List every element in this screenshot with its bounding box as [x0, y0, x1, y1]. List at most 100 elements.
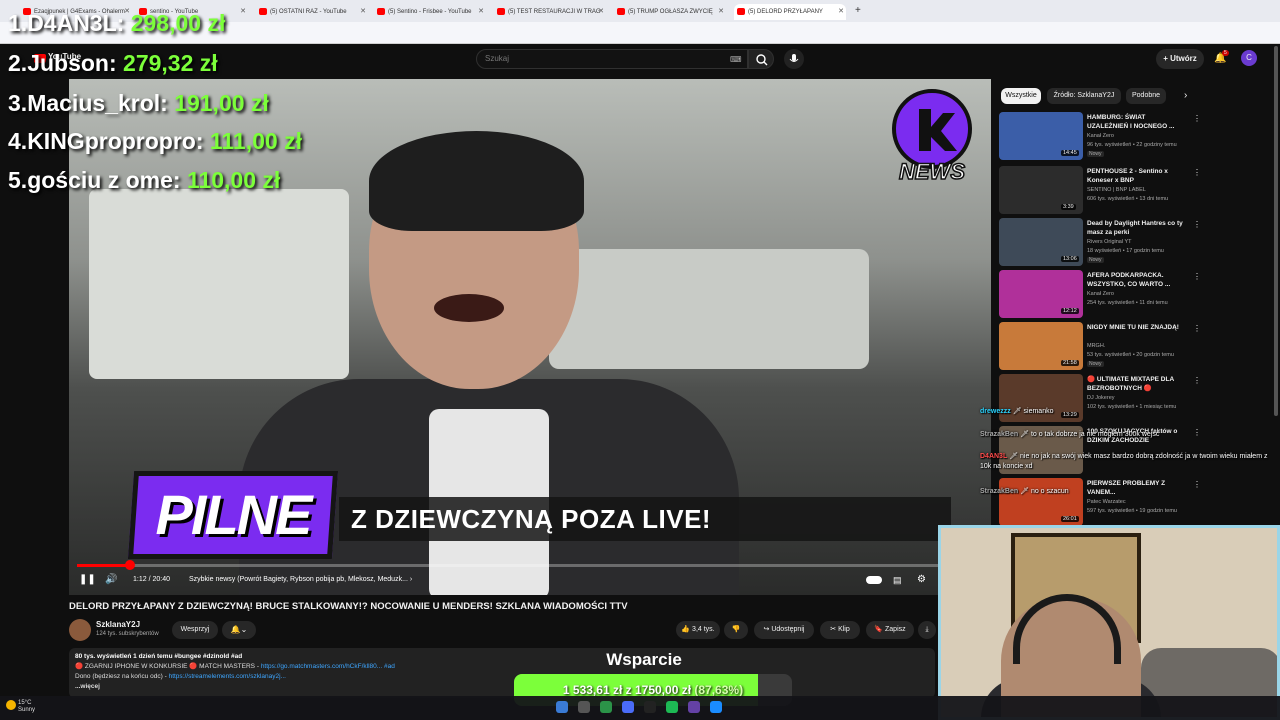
- channel-name[interactable]: SzklanaY2J: [96, 620, 140, 629]
- search-input[interactable]: Szukaj: [476, 49, 748, 69]
- chat-message: D4AN3L 🗡 nie no jak na swój wiek masz ba…: [980, 452, 1276, 472]
- description-hashtag[interactable]: #ad: [384, 663, 395, 670]
- browser-tab[interactable]: (5) TEST RESTAURACJI W TRAG ✕: [494, 4, 606, 20]
- start-icon[interactable]: [556, 701, 568, 713]
- video-scrubber-handle[interactable]: [125, 560, 135, 570]
- settings-gear-icon[interactable]: ⚙: [917, 573, 926, 587]
- recommended-video[interactable]: 14:45 HAMBURG: ŚWIAT UZALEŻNIEŃ I NOCNEGO…: [999, 112, 1201, 162]
- save-button[interactable]: 🔖 Zapisz: [866, 621, 914, 639]
- spotify-icon[interactable]: [666, 701, 678, 713]
- video-title: AFERA PODKARPACKA. WSZYSTKO, CO WARTO ..…: [1087, 272, 1171, 288]
- save-label: Zapisz: [885, 626, 906, 633]
- more-options-icon[interactable]: ⋮: [1193, 324, 1201, 333]
- person-mouth: [434, 294, 504, 322]
- video-meta: 597 tys. wyświetleń • 19 godzin temu: [1087, 508, 1177, 514]
- obs-icon[interactable]: [644, 701, 656, 713]
- more-options-icon[interactable]: ⋮: [1193, 220, 1201, 229]
- video-description[interactable]: 80 tys. wyświetleń 1 dzień temu #bungee …: [69, 648, 935, 698]
- leaderboard-amount: 298,00 zł: [130, 10, 226, 36]
- chat-message: StrazakBen 🗡 no o szacun: [980, 487, 1276, 497]
- close-tab-icon[interactable]: ✕: [838, 4, 844, 20]
- new-tab-button[interactable]: +: [855, 5, 861, 16]
- twitch-icon[interactable]: [688, 701, 700, 713]
- new-badge: Nowy: [1087, 257, 1104, 263]
- discord-icon[interactable]: [622, 701, 634, 713]
- description-link[interactable]: https://streamelements.com/szklanay2j...: [169, 673, 286, 680]
- subtitles-icon[interactable]: ▤: [893, 573, 902, 587]
- more-options-icon[interactable]: ⋮: [1193, 376, 1201, 385]
- video-duration: 3:39: [1061, 204, 1076, 210]
- more-options-icon[interactable]: ⋮: [1193, 114, 1201, 123]
- thumb-down-icon: 👎: [731, 626, 741, 633]
- video-progress-bar[interactable]: [77, 564, 983, 567]
- leaderboard-name: gościu z ome:: [27, 167, 181, 193]
- browser-tab[interactable]: (5) OSTATNI RAZ - YouTube ✕: [256, 4, 368, 20]
- browser-tab[interactable]: (5) DELORD PRZYŁAPANY ✕: [734, 4, 846, 20]
- tab-label: (5) TRUMP OGŁASZA ZWYCIĘ: [628, 9, 713, 15]
- pause-button[interactable]: ❚❚: [79, 573, 96, 587]
- chrome-icon[interactable]: [600, 701, 612, 713]
- close-tab-icon[interactable]: ✕: [240, 4, 246, 20]
- tab-label: (5) Sentino - Frisbee - YouTube: [388, 9, 472, 15]
- leaderboard-rank: 5.: [8, 167, 28, 193]
- share-button[interactable]: ↪ Udostępnij: [754, 621, 814, 639]
- video-channel: Kanał Zero: [1087, 133, 1114, 139]
- browser-tab[interactable]: (5) Sentino - Frisbee - YouTube ✕: [374, 4, 486, 20]
- recommended-video[interactable]: 12:12 AFERA PODKARPACKA. WSZYSTKO, CO WAR…: [999, 270, 1201, 320]
- car-window-left: [89, 189, 349, 379]
- voice-search-button[interactable]: [784, 49, 804, 69]
- like-button[interactable]: 👍 3,4 tys.: [676, 621, 720, 639]
- create-button[interactable]: + Utwórz: [1156, 49, 1204, 69]
- car-window-right: [549, 249, 869, 369]
- leaderboard-entry: 2.Jubson: 279,32 zł: [8, 50, 218, 80]
- video-channel: Patec Warzatec: [1087, 499, 1126, 505]
- weather-widget[interactable]: 15°C Sunny: [18, 700, 35, 714]
- autoplay-toggle[interactable]: [866, 576, 882, 584]
- video-duration: 14:45: [1061, 150, 1079, 156]
- support-button[interactable]: Wesprzyj: [172, 621, 218, 639]
- close-tab-icon[interactable]: ✕: [360, 4, 366, 20]
- chip-similar[interactable]: Podobne: [1126, 88, 1166, 104]
- close-tab-icon[interactable]: ✕: [598, 4, 604, 20]
- clip-button[interactable]: ✂ Klip: [820, 621, 860, 639]
- recommended-video[interactable]: 3:39 PENTHOUSE 2 - Sentino x Koneser x BN…: [999, 166, 1201, 216]
- search-button[interactable]: [748, 49, 774, 69]
- more-options-icon[interactable]: ⋮: [1193, 168, 1201, 177]
- video-progress-fill: [77, 564, 130, 567]
- volume-icon[interactable]: 🔊: [105, 573, 119, 587]
- dislike-button[interactable]: 👎: [724, 621, 748, 639]
- thumb-up-icon: 👍: [681, 626, 693, 633]
- description-line: Dono (będziesz na końcu odc) -: [75, 673, 169, 680]
- more-options-icon[interactable]: ⋮: [1193, 272, 1201, 281]
- headline-text: Z DZIEWCZYNĄ POZA LIVE!: [351, 504, 712, 534]
- chip-all[interactable]: Wszystkie: [1001, 88, 1041, 104]
- close-tab-icon[interactable]: ✕: [718, 4, 724, 20]
- description-more-button[interactable]: ...więcej: [75, 682, 929, 692]
- keyboard-icon[interactable]: ⌨: [730, 55, 742, 64]
- subscription-bell-button[interactable]: 🔔⌄: [222, 621, 256, 639]
- description-link[interactable]: https://go.matchmasters.com/hCkF/kll80..…: [261, 663, 382, 670]
- chat-username: StrazakBen: [980, 431, 1019, 438]
- app-icon[interactable]: [710, 701, 722, 713]
- channel-avatar[interactable]: [69, 619, 91, 641]
- browser-tab[interactable]: (5) TRUMP OGŁASZA ZWYCIĘ ✕: [614, 4, 726, 20]
- recommended-video[interactable]: 26:01 PIERWSZE PROBLEMY Z VANEM... Patec W…: [999, 478, 1201, 528]
- scrollbar[interactable]: [1274, 46, 1278, 416]
- chapter-title[interactable]: Szybkie newsy (Powrót Bagiety, Rybson po…: [189, 573, 412, 587]
- recommended-video[interactable]: 21:58 NIGDY MNIE TU NIE ZNAJDĄ! MRGH. 53 ty…: [999, 322, 1201, 372]
- scissors-icon: ✂: [830, 626, 839, 633]
- chip-source[interactable]: Źródło: SzklanaY2J: [1047, 88, 1121, 104]
- chat-text: to o tak dobrze ja nie mogłem 300k wejść: [1030, 431, 1160, 438]
- chevron-right-icon[interactable]: ›: [1184, 90, 1187, 101]
- leaderboard-name: Jubson:: [27, 50, 117, 76]
- search-taskbar-icon[interactable]: [578, 701, 590, 713]
- recommended-video[interactable]: 13:06 Dead by Daylight Hantres co ty masz…: [999, 218, 1201, 268]
- video-meta: 606 tys. wyświetleń • 13 dni temu: [1087, 196, 1169, 202]
- close-tab-icon[interactable]: ✕: [478, 4, 484, 20]
- donation-percent: (87,63%): [694, 683, 744, 697]
- leaderboard-rank: 2.: [8, 50, 28, 76]
- download-button[interactable]: ⤓: [918, 621, 936, 639]
- leaderboard-name: KINGpropropro:: [27, 128, 204, 154]
- account-avatar[interactable]: C: [1241, 50, 1257, 66]
- notification-count-badge: 5: [1222, 50, 1229, 56]
